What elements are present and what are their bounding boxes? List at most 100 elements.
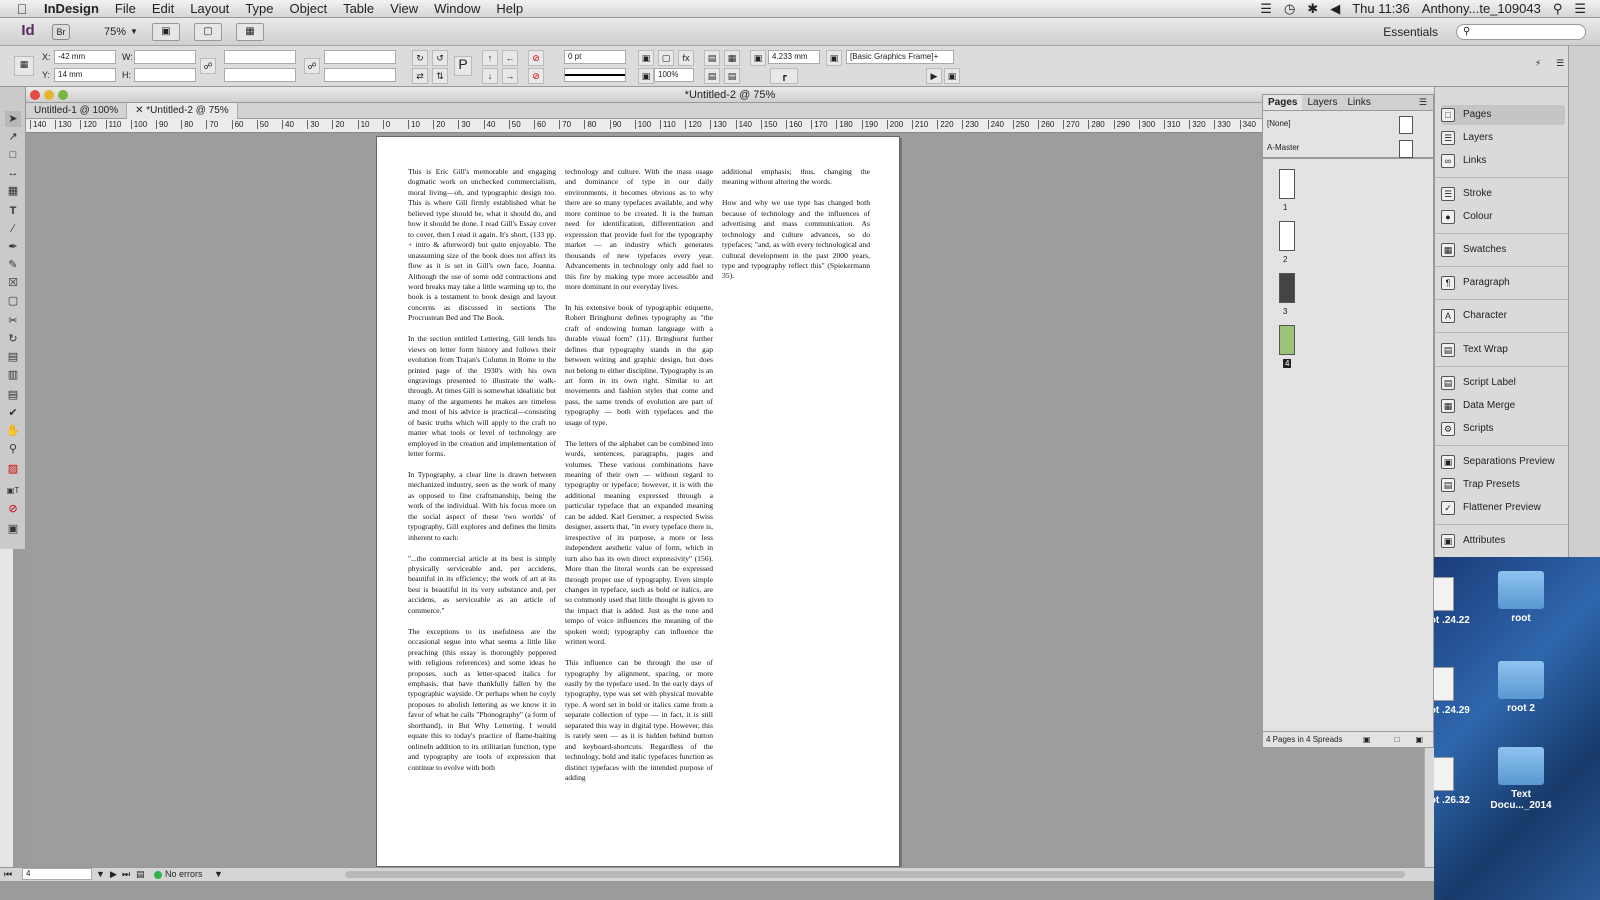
dock-colour[interactable]: ● Colour: [1441, 207, 1565, 227]
constrain-scale-icon[interactable]: ☍: [304, 58, 320, 74]
effects-icon[interactable]: ▢: [658, 50, 674, 66]
select-content-icon[interactable]: ↓: [482, 68, 498, 84]
edit-page-size-icon[interactable]: ▣: [1363, 732, 1371, 747]
menu-view[interactable]: View: [390, 1, 418, 16]
object-style-icon[interactable]: ▣: [826, 50, 842, 66]
shear-field[interactable]: [324, 68, 396, 82]
wifi-icon[interactable]: ☰: [1260, 1, 1272, 17]
gap-tool-icon[interactable]: ↔: [5, 165, 21, 181]
menu-layout[interactable]: Layout: [190, 1, 229, 16]
text-column-1[interactable]: This is Eric Gill's memorable and engagi…: [408, 167, 556, 783]
open-document-icon[interactable]: ▤: [136, 869, 145, 880]
preflight-dropdown-icon[interactable]: ▼: [214, 869, 223, 879]
select-next-icon[interactable]: →: [502, 68, 518, 84]
select-previous-icon[interactable]: ←: [502, 50, 518, 66]
dock-data-merge[interactable]: ▦ Data Merge: [1441, 396, 1565, 416]
gradient-feather-tool-icon[interactable]: ▥: [5, 367, 21, 383]
align-center-icon[interactable]: ▤: [724, 68, 740, 84]
direct-selection-tool-icon[interactable]: ↗: [5, 129, 21, 145]
screen-mode-icon[interactable]: ▢: [193, 22, 222, 41]
close-tab-icon[interactable]: ✕: [135, 105, 146, 116]
panel-menu-icon[interactable]: ☰: [1552, 56, 1568, 72]
tab-pages[interactable]: Pages: [1263, 95, 1303, 110]
clear-overrides-icon[interactable]: ▶: [926, 68, 942, 84]
desktop-screenshot-3[interactable]: n Shot .26.32: [1434, 757, 1474, 806]
clock[interactable]: Thu 11:36: [1352, 1, 1410, 16]
flip-vertical-icon[interactable]: ⇅: [432, 68, 448, 84]
desktop-screenshot-1[interactable]: n Shot .24.22: [1434, 577, 1474, 626]
last-page-icon[interactable]: ⏭: [122, 869, 130, 880]
text-column-2[interactable]: technology and culture. With the mass us…: [565, 167, 713, 794]
document-page[interactable]: This is Eric Gill's memorable and engagi…: [376, 136, 900, 867]
dock-pages[interactable]: □ Pages: [1441, 105, 1565, 125]
apply-none-icon[interactable]: ⊘: [5, 501, 21, 517]
first-page-icon[interactable]: ⏮: [4, 869, 12, 880]
tab-layers[interactable]: Layers: [1302, 95, 1342, 110]
delete-page-icon[interactable]: ▣: [1415, 732, 1423, 747]
formatting-affects-container-icon[interactable]: ▣T: [5, 483, 21, 499]
tab-links[interactable]: Links: [1342, 95, 1375, 110]
page-thumbnail-4[interactable]: [1279, 325, 1295, 355]
hand-tool-icon[interactable]: ✋: [5, 423, 21, 439]
fill-none-icon[interactable]: ⊘: [528, 50, 544, 66]
dock-swatches[interactable]: ▦ Swatches: [1441, 240, 1565, 260]
y-field[interactable]: 14 mm: [54, 68, 116, 82]
menu-object[interactable]: Object: [290, 1, 328, 16]
stroke-weight-field[interactable]: 0 pt: [564, 50, 626, 64]
arrange-documents-icon[interactable]: ▦: [235, 22, 264, 41]
master-a[interactable]: A-Master: [1263, 137, 1433, 159]
desktop-folder-root-2[interactable]: root 2: [1486, 661, 1556, 714]
line-tool-icon[interactable]: ∕: [5, 221, 21, 237]
app-menu[interactable]: InDesign: [44, 1, 99, 16]
tab-untitled-2[interactable]: ✕ *Untitled-2 @ 75%: [127, 103, 238, 119]
dock-stroke[interactable]: ☰ Stroke: [1441, 184, 1565, 204]
text-wrap-none-icon[interactable]: ▤: [704, 50, 720, 66]
stroke-type-select[interactable]: [564, 68, 626, 82]
zoom-window-icon[interactable]: [58, 90, 68, 100]
tab-untitled-1[interactable]: Untitled-1 @ 100%: [26, 103, 128, 119]
bridge-button[interactable]: Br: [52, 23, 70, 40]
dock-attributes[interactable]: ▣ Attributes: [1441, 531, 1565, 551]
object-style-select[interactable]: [Basic Graphics Frame]+: [846, 50, 954, 64]
dock-script-label[interactable]: ▤ Script Label: [1441, 373, 1565, 393]
search-input[interactable]: ⚲: [1456, 23, 1586, 40]
desktop-folder-root[interactable]: root: [1486, 571, 1556, 624]
lightning-icon[interactable]: ⚡: [1530, 56, 1546, 72]
align-top-icon[interactable]: ▤: [704, 68, 720, 84]
screen-mode-normal-icon[interactable]: ▣: [5, 521, 21, 537]
page-tool-icon[interactable]: □: [5, 147, 21, 163]
content-collector-icon[interactable]: ▦: [5, 183, 21, 199]
menu-window[interactable]: Window: [434, 1, 480, 16]
x-field[interactable]: -42 mm: [54, 50, 116, 64]
minimize-window-icon[interactable]: [44, 90, 54, 100]
dock-flattener-preview[interactable]: ✓ Flattener Preview: [1441, 498, 1565, 518]
menu-help[interactable]: Help: [496, 1, 523, 16]
text-column-3[interactable]: additional emphasis; thus, changing the …: [722, 167, 870, 292]
time-machine-icon[interactable]: ◷: [1284, 1, 1295, 17]
panel-options-icon[interactable]: ☰: [1419, 97, 1427, 108]
view-options-icon[interactable]: ▣: [151, 22, 180, 41]
menu-type[interactable]: Type: [245, 1, 273, 16]
new-page-icon[interactable]: □: [1395, 732, 1400, 747]
fill-stroke-swatch-icon[interactable]: ▨: [5, 461, 21, 477]
select-container-icon[interactable]: ↑: [482, 50, 498, 66]
rotate-cw-icon[interactable]: ↻: [412, 50, 428, 66]
dock-text-wrap[interactable]: ▤ Text Wrap: [1441, 340, 1565, 360]
menu-table[interactable]: Table: [343, 1, 374, 16]
zoom-tool-icon[interactable]: ⚲: [5, 441, 21, 457]
next-page-icon[interactable]: ▶: [110, 869, 117, 880]
note-tool-icon[interactable]: ▤: [5, 387, 21, 403]
selection-tool-icon[interactable]: ➤: [5, 111, 21, 127]
auto-size-icon[interactable]: ▣: [750, 50, 766, 66]
corner-options-icon[interactable]: ┏: [770, 68, 798, 84]
dock-trap-presets[interactable]: ▤ Trap Presets: [1441, 475, 1565, 495]
scissors-tool-icon[interactable]: ✂: [5, 313, 21, 329]
text-wrap-bbox-icon[interactable]: ▦: [724, 50, 740, 66]
dock-layers[interactable]: ☰ Layers: [1441, 128, 1565, 148]
pencil-tool-icon[interactable]: ✎: [5, 257, 21, 273]
eyedropper-tool-icon[interactable]: ✔: [5, 405, 21, 421]
type-tool-icon[interactable]: T: [5, 203, 21, 219]
new-style-icon[interactable]: ▣: [944, 68, 960, 84]
apple-menu-icon[interactable]: : [0, 1, 44, 17]
stroke-none-icon[interactable]: ⊘: [528, 68, 544, 84]
